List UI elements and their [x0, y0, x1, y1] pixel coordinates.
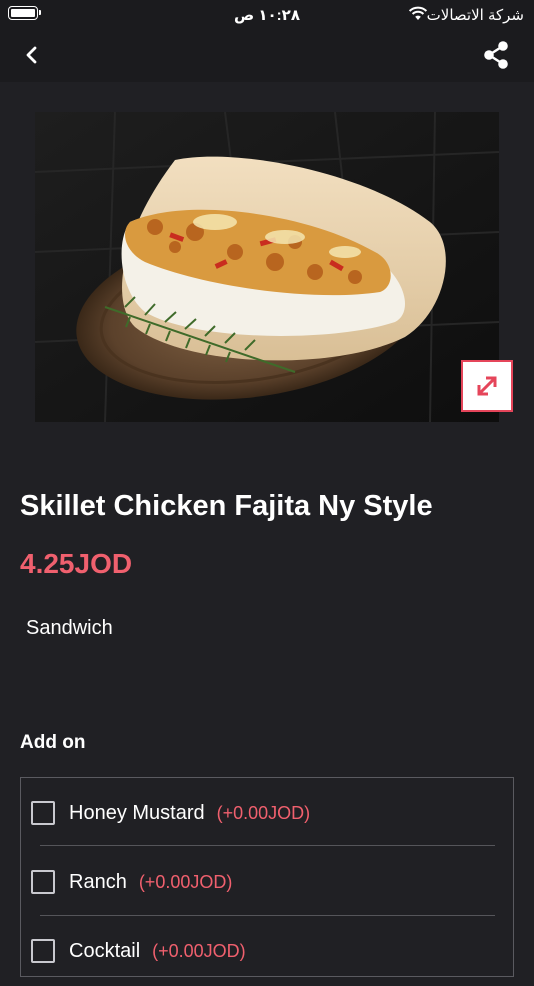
- carrier-name: شركة الاتصالات: [426, 7, 524, 24]
- wifi-icon: [408, 6, 428, 20]
- expand-icon: [477, 376, 497, 396]
- product-category: Sandwich: [26, 617, 113, 639]
- share-button[interactable]: [480, 39, 512, 71]
- addon-name: Ranch: [69, 870, 127, 893]
- addon-price: (+0.00JOD): [216, 802, 311, 823]
- sandwich-image: [35, 112, 499, 422]
- addon-heading: Add on: [20, 732, 86, 753]
- checkbox[interactable]: [31, 939, 55, 963]
- nav-bar: [0, 30, 534, 82]
- back-button[interactable]: [18, 40, 46, 70]
- expand-image-button[interactable]: [461, 360, 513, 412]
- divider: [40, 845, 495, 846]
- addon-name: Cocktail: [69, 939, 141, 962]
- addon-item-cocktail[interactable]: Cocktail (+0.00JOD): [31, 916, 495, 986]
- addon-item-honey-mustard[interactable]: Honey Mustard (+0.00JOD): [31, 778, 495, 848]
- addon-name: Honey Mustard: [69, 801, 205, 824]
- product-price: 4.25JOD: [20, 548, 133, 579]
- addon-price: (+0.00JOD): [152, 940, 246, 961]
- status-bar: ١٠:٢٨ ص شركة الاتصالات: [0, 0, 534, 30]
- share-icon: [484, 41, 508, 69]
- chevron-left-icon: [26, 46, 37, 64]
- addon-item-ranch[interactable]: Ranch (+0.00JOD): [31, 847, 495, 917]
- product-photo[interactable]: [35, 112, 499, 422]
- product-title: Skillet Chicken Fajita Ny Style: [20, 490, 433, 522]
- checkbox[interactable]: [31, 870, 55, 894]
- addon-price: (+0.00JOD): [138, 871, 233, 892]
- checkbox[interactable]: [31, 801, 55, 825]
- addon-list: Honey Mustard (+0.00JOD) Ranch (+0.00JOD…: [20, 777, 514, 977]
